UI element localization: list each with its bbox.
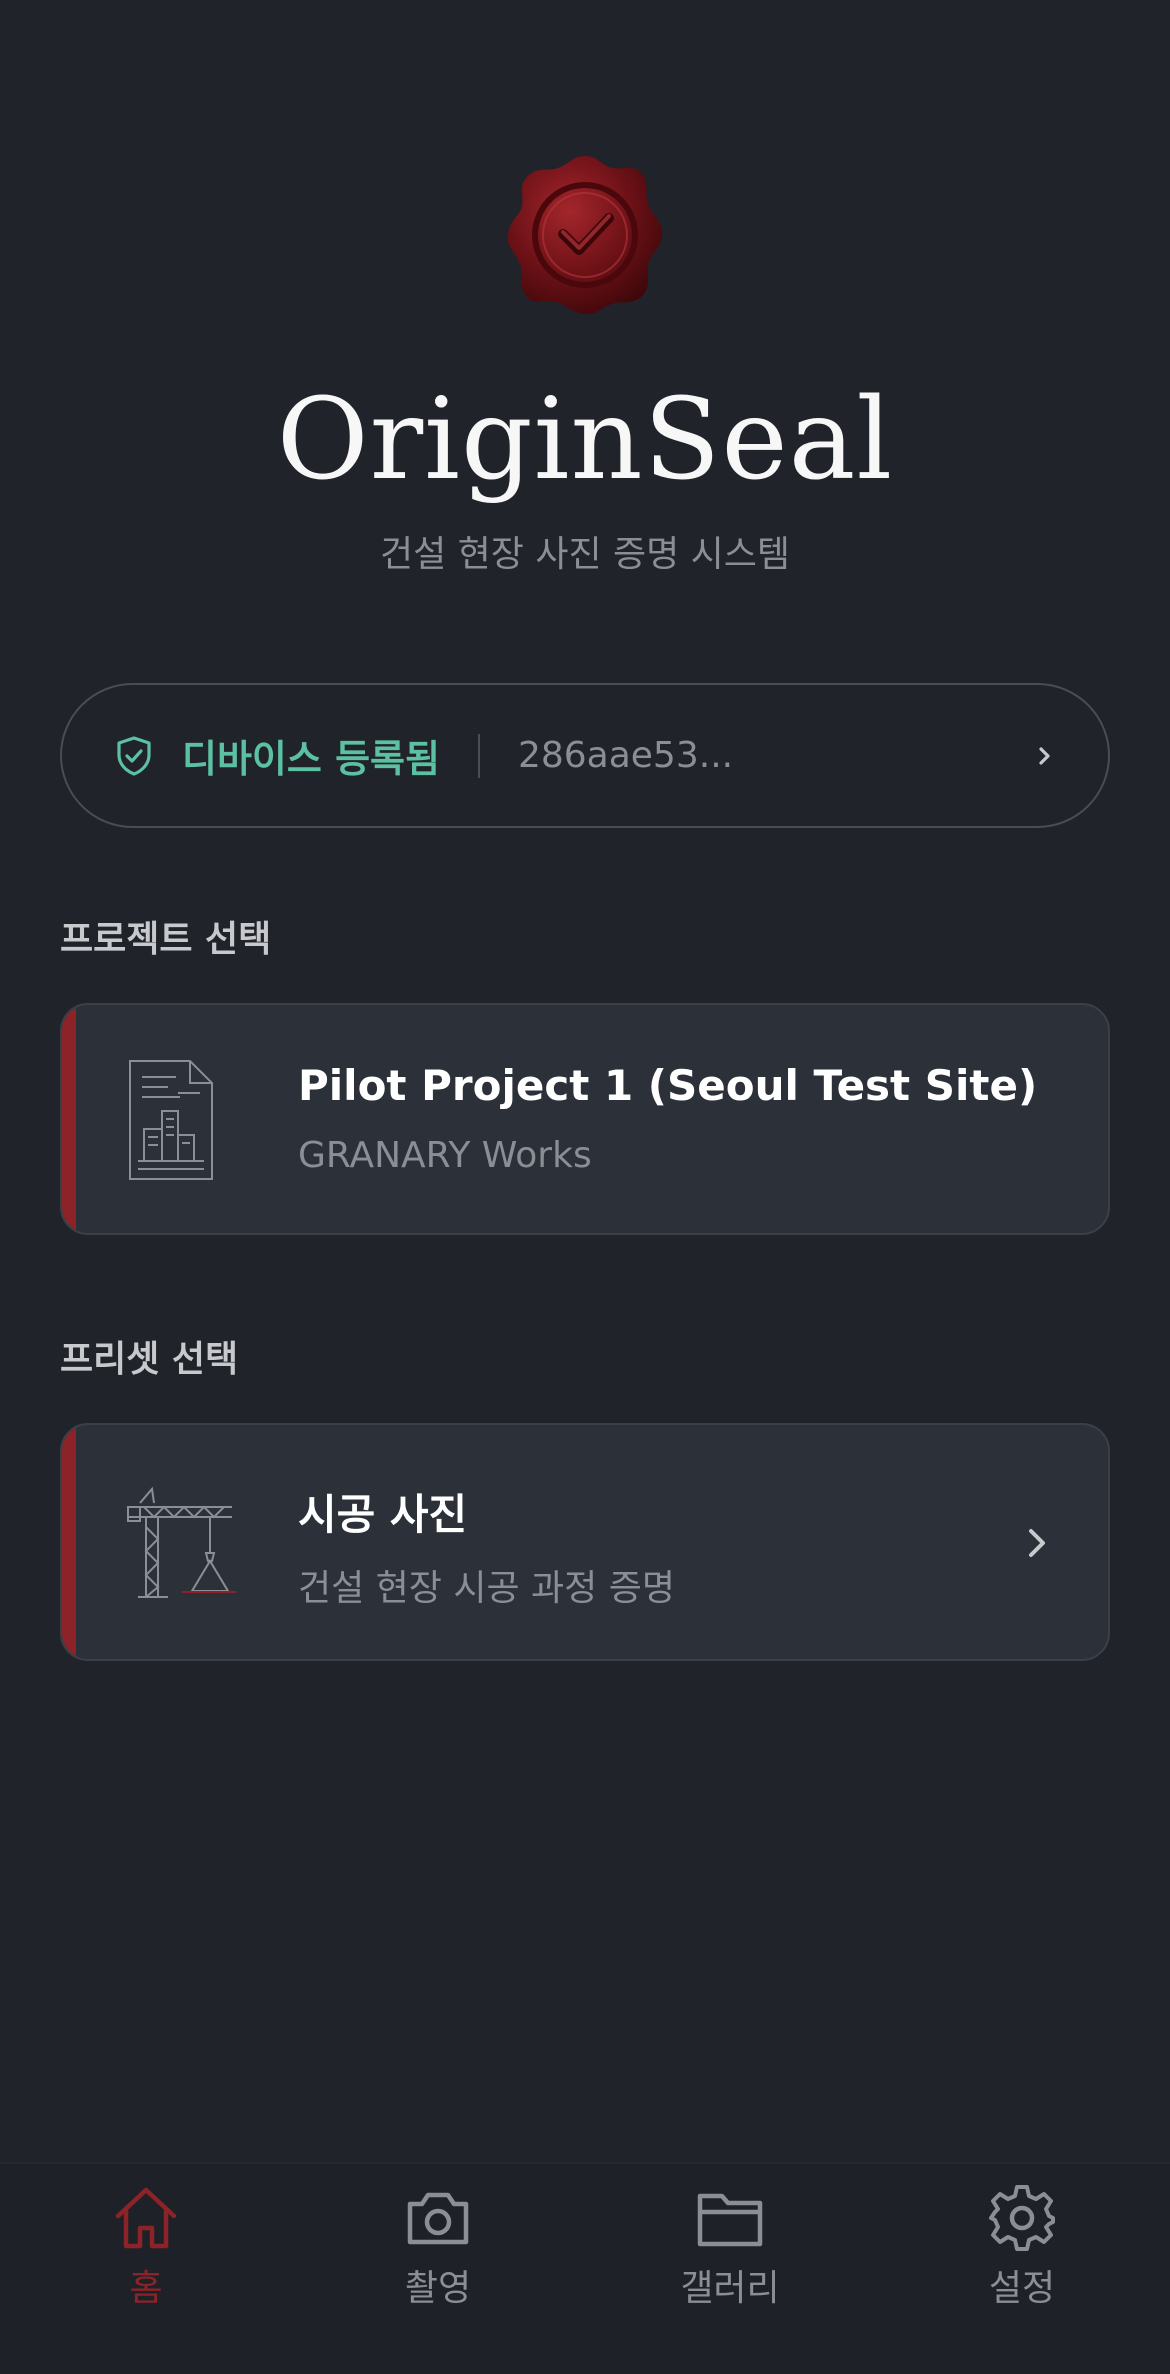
camera-icon xyxy=(407,2192,469,2245)
device-id: 286aae53... xyxy=(517,735,734,776)
project-name: Pilot Project 1 (Seoul Test Site) xyxy=(298,1061,1038,1110)
nav-settings[interactable]: 설정 xyxy=(876,2164,1168,2374)
building-document-icon xyxy=(129,1060,213,1180)
preset-description: 건설 현장 시공 과정 증명 xyxy=(298,1568,675,1609)
home-icon xyxy=(115,2187,177,2249)
nav-label: 설정 xyxy=(988,2268,1056,2309)
app-subtitle: 건설 현장 사진 증명 시스템 xyxy=(379,534,791,575)
preset-name: 시공 사진 xyxy=(298,1490,468,1539)
device-status-button[interactable]: 디바이스 등록됨 286aae53... xyxy=(60,683,1110,828)
chevron-right-icon xyxy=(1029,1529,1045,1557)
divider xyxy=(477,733,480,778)
nav-label: 촬영 xyxy=(404,2268,472,2309)
preset-section-label: 프리셋 선택 xyxy=(60,1339,239,1380)
bottom-nav: 홈 촬영 갤러리 설정 xyxy=(0,2162,1170,2374)
folder-icon xyxy=(697,2193,763,2247)
card-accent xyxy=(62,1425,76,1659)
card-accent xyxy=(62,1005,76,1233)
nav-label: 홈 xyxy=(129,2268,163,2309)
project-card[interactable]: Pilot Project 1 (Seoul Test Site) GRANAR… xyxy=(60,1003,1110,1235)
device-status-label: 디바이스 등록됨 xyxy=(182,737,440,781)
app-title: OriginSeal xyxy=(276,375,894,505)
nav-label: 갤러리 xyxy=(680,2268,780,2309)
chevron-right-icon xyxy=(1039,746,1050,765)
nav-capture[interactable]: 촬영 xyxy=(292,2164,584,2374)
gear-icon xyxy=(989,2185,1055,2251)
preset-card[interactable]: 시공 사진 건설 현장 시공 과정 증명 xyxy=(60,1423,1110,1661)
project-organization: GRANARY Works xyxy=(298,1135,592,1176)
crane-icon xyxy=(127,1486,236,1598)
nav-home[interactable]: 홈 xyxy=(0,2164,292,2374)
shield-check-icon xyxy=(117,735,151,776)
nav-gallery[interactable]: 갤러리 xyxy=(584,2164,876,2374)
project-section-label: 프로젝트 선택 xyxy=(60,919,272,960)
wax-seal-check-icon xyxy=(507,156,663,315)
